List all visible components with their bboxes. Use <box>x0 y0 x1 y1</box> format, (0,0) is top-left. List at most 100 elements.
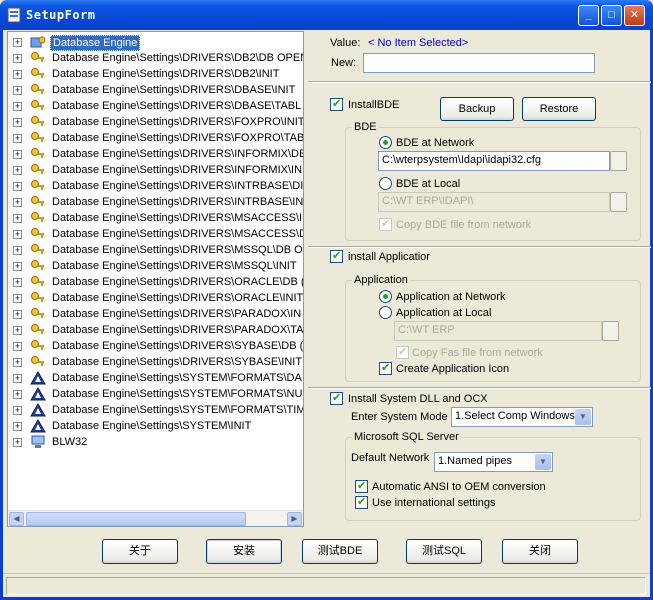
tree-item[interactable]: + Database Engine\Settings\SYSTEM\FORMATS… <box>8 370 303 386</box>
divider <box>308 246 651 248</box>
tree-item[interactable]: + Database Engine\Settings\DRIVERS\PARADO… <box>8 322 303 338</box>
tree-item[interactable]: + Database Engine\Settings\DRIVERS\DB2\IN… <box>8 66 303 82</box>
tree-item[interactable]: + Database Engine\Settings\DRIVERS\SYBASE… <box>8 354 303 370</box>
expand-icon[interactable]: + <box>13 134 22 143</box>
ansi-oem-checkbox[interactable] <box>355 479 368 493</box>
application-local-browse-button[interactable] <box>602 321 619 341</box>
expand-icon[interactable]: + <box>13 38 22 47</box>
default-network-select[interactable]: 1.Named pipes ▼ <box>434 452 553 472</box>
backup-button[interactable]: Backup <box>440 97 514 121</box>
expand-icon[interactable]: + <box>13 246 22 255</box>
application-local-radio[interactable] <box>379 306 392 319</box>
tree-item[interactable]: + Database Engine\Settings\DRIVERS\MSACCE… <box>8 226 303 242</box>
bde-network-path-input[interactable]: C:\wterpsystem\Idapi\idapi32.cfg <box>378 151 610 171</box>
maximize-button[interactable]: □ <box>601 5 622 26</box>
create-icon-checkbox[interactable] <box>379 361 392 375</box>
expand-icon[interactable]: + <box>13 198 22 207</box>
tree-item[interactable]: + Database Engine <box>8 34 303 51</box>
tree-item-label: Database Engine <box>50 35 141 51</box>
registry-tree[interactable]: + Database Engine + Database Engine\Setting… <box>7 31 304 527</box>
expand-icon[interactable]: + <box>13 102 22 111</box>
test-bde-button[interactable]: 测试BDE <box>302 539 378 564</box>
tree-item[interactable]: + Database Engine\Settings\DRIVERS\INFORM… <box>8 146 303 162</box>
bde-network-browse-button[interactable] <box>610 151 627 171</box>
install-button[interactable]: 安装 <box>206 539 282 564</box>
expand-icon[interactable]: + <box>13 390 22 399</box>
restore-button[interactable]: Restore <box>522 97 596 121</box>
expand-icon[interactable]: + <box>13 342 22 351</box>
expand-icon[interactable]: + <box>13 86 22 95</box>
tree-item[interactable]: + Database Engine\Settings\DRIVERS\DBASE\… <box>8 82 303 98</box>
test-sql-button[interactable]: 测试SQL <box>406 539 482 564</box>
tree-item[interactable]: + Database Engine\Settings\DRIVERS\MSACCE… <box>8 210 303 226</box>
tree-item[interactable]: + Database Engine\Settings\DRIVERS\INTRBA… <box>8 194 303 210</box>
tree-item[interactable]: + Database Engine\Settings\DRIVERS\DB2\DB… <box>8 50 303 66</box>
copy-fas-checkbox[interactable] <box>396 345 409 359</box>
tree-item[interactable]: + Database Engine\Settings\DRIVERS\FOXPRO… <box>8 130 303 146</box>
expand-icon[interactable]: + <box>13 262 22 271</box>
tree-item-label: Database Engine\Settings\DRIVERS\MSACCES… <box>52 212 303 224</box>
scroll-thumb[interactable] <box>26 512 246 526</box>
tree-item-label: Database Engine\Settings\DRIVERS\INTRBAS… <box>52 196 303 208</box>
tree-item[interactable]: + Database Engine\Settings\DRIVERS\INTRBA… <box>8 178 303 194</box>
tree-item[interactable]: + Database Engine\Settings\DRIVERS\MSSQL\… <box>8 242 303 258</box>
tree-item[interactable]: + Database Engine\Settings\DRIVERS\MSSQL\… <box>8 258 303 274</box>
app-icon <box>7 7 21 23</box>
chevron-down-icon[interactable]: ▼ <box>535 454 551 470</box>
install-application-checkbox[interactable] <box>330 249 343 263</box>
key-icon <box>30 83 46 97</box>
horizontal-scrollbar[interactable]: ◀ ▶ <box>8 510 303 526</box>
install-system-dll-checkbox[interactable] <box>330 391 343 405</box>
expand-icon[interactable]: + <box>13 294 22 303</box>
close-window-button[interactable]: ✕ <box>624 5 645 26</box>
scroll-right-icon[interactable]: ▶ <box>287 512 302 526</box>
expand-icon[interactable]: + <box>13 214 22 223</box>
expand-icon[interactable]: + <box>13 230 22 239</box>
tree-item[interactable]: + Database Engine\Settings\DRIVERS\ORACLE… <box>8 274 303 290</box>
expand-icon[interactable]: + <box>13 374 22 383</box>
system-mode-select[interactable]: 1.Select Comp Windows ▼ <box>451 407 593 427</box>
international-settings-checkbox[interactable] <box>355 495 368 509</box>
copy-bde-checkbox[interactable] <box>379 217 392 231</box>
expand-icon[interactable]: + <box>13 406 22 415</box>
bde-local-label: BDE at Local <box>396 178 461 190</box>
tree-item[interactable]: + Database Engine\Settings\SYSTEM\FORMATS… <box>8 402 303 418</box>
database-engine-icon <box>30 35 46 49</box>
expand-icon[interactable]: + <box>13 118 22 127</box>
tree-item[interactable]: + Database Engine\Settings\DRIVERS\FOXPRO… <box>8 114 303 130</box>
bde-network-radio[interactable] <box>379 136 392 149</box>
tree-item[interactable]: + Database Engine\Settings\DRIVERS\PARADO… <box>8 306 303 322</box>
tree-item[interactable]: + Database Engine\Settings\SYSTEM\FORMATS… <box>8 386 303 402</box>
minimize-button[interactable]: _ <box>578 5 599 26</box>
expand-icon[interactable]: + <box>13 166 22 175</box>
expand-icon[interactable]: + <box>13 278 22 287</box>
install-bde-checkbox[interactable] <box>330 97 343 111</box>
new-value-input[interactable] <box>363 53 595 73</box>
title-bar[interactable]: SetupForm _ □ ✕ <box>0 0 653 30</box>
about-button[interactable]: 关于 <box>102 539 178 564</box>
bde-local-radio[interactable] <box>379 177 392 190</box>
bde-local-path-input[interactable]: C:\WT ERP\IDAPI\ <box>378 192 610 212</box>
expand-icon[interactable]: + <box>13 422 22 431</box>
expand-icon[interactable]: + <box>13 326 22 335</box>
expand-icon[interactable]: + <box>13 358 22 367</box>
tree-item[interactable]: + BLW32 <box>8 434 303 450</box>
close-button[interactable]: 关闭 <box>502 539 578 564</box>
bde-local-browse-button[interactable] <box>610 192 627 212</box>
chevron-down-icon[interactable]: ▼ <box>575 409 591 425</box>
tree-item[interactable]: + Database Engine\Settings\DRIVERS\DBASE\… <box>8 98 303 114</box>
expand-icon[interactable]: + <box>13 438 22 447</box>
tree-item[interactable]: + Database Engine\Settings\DRIVERS\SYBASE… <box>8 338 303 354</box>
tree-item[interactable]: + Database Engine\Settings\DRIVERS\INFORM… <box>8 162 303 178</box>
application-local-path-input[interactable]: C:\WT ERP <box>394 321 602 341</box>
expand-icon[interactable]: + <box>13 182 22 191</box>
tree-item[interactable]: + Database Engine\Settings\DRIVERS\ORACLE… <box>8 290 303 306</box>
expand-icon[interactable]: + <box>13 310 22 319</box>
expand-icon[interactable]: + <box>13 54 22 63</box>
scroll-left-icon[interactable]: ◀ <box>9 512 24 526</box>
tree-item[interactable]: + Database Engine\Settings\SYSTEM\INIT <box>8 418 303 434</box>
application-network-radio[interactable] <box>379 290 392 303</box>
system-mode-label: Enter System Mode <box>351 411 448 423</box>
expand-icon[interactable]: + <box>13 70 22 79</box>
expand-icon[interactable]: + <box>13 150 22 159</box>
